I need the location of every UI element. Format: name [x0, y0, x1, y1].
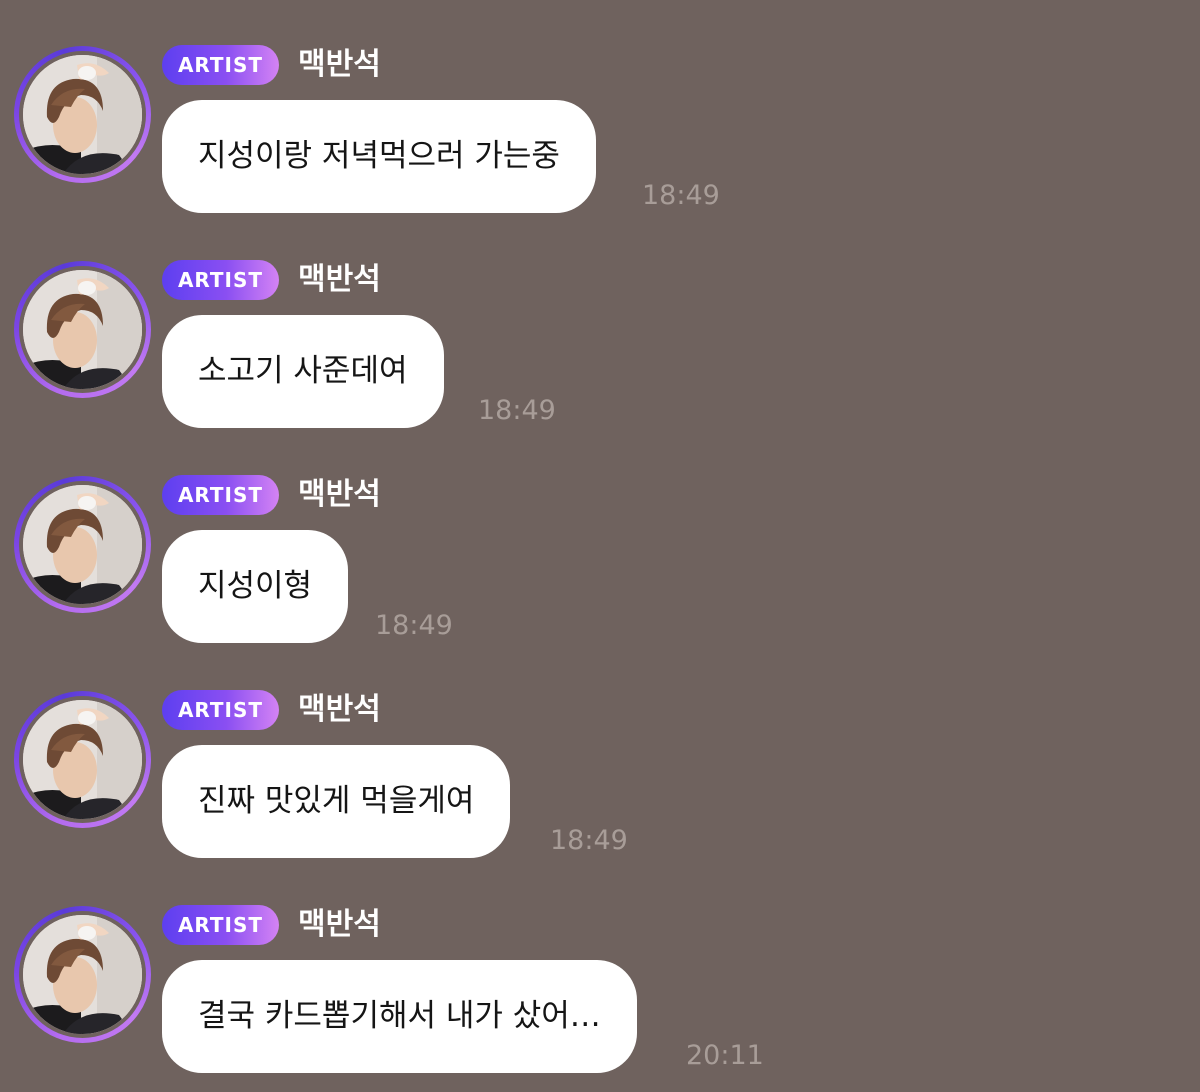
avatar-photo-icon — [23, 700, 142, 819]
avatar[interactable] — [14, 476, 151, 613]
avatar-photo-icon — [23, 485, 142, 604]
avatar[interactable] — [14, 691, 151, 828]
message-timestamp: 20:11 — [686, 1040, 764, 1071]
avatar-photo-icon — [23, 915, 142, 1034]
message-bubble[interactable]: 지성이형 — [162, 530, 349, 643]
avatar-frame — [19, 51, 146, 178]
sender-name[interactable]: 맥반석 — [298, 258, 381, 302]
chat-message: ARTIST 맥반석 진짜 맛있게 먹을게여 18:49 — [0, 645, 1200, 860]
artist-badge: ARTIST — [162, 260, 279, 300]
message-timestamp: 18:49 — [375, 610, 453, 641]
chat-message: ARTIST 맥반석 결국 카드뽑기해서 내가 샀어… 20:11 — [0, 860, 1200, 1075]
message-bubble[interactable]: 결국 카드뽑기해서 내가 샀어… — [162, 960, 637, 1073]
artist-badge: ARTIST — [162, 690, 279, 730]
message-timestamp: 18:49 — [478, 395, 556, 426]
avatar-frame — [19, 696, 146, 823]
avatar[interactable] — [14, 261, 151, 398]
sender-name[interactable]: 맥반석 — [298, 43, 381, 87]
sender-name[interactable]: 맥반석 — [298, 903, 381, 947]
chat-thread: ARTIST 맥반석 지성이랑 저녁먹으러 가는중 18:49 ARTIST 맥… — [0, 0, 1200, 1092]
message-bubble[interactable]: 진짜 맛있게 먹을게여 — [162, 745, 511, 858]
avatar[interactable] — [14, 906, 151, 1043]
avatar-photo-icon — [23, 270, 142, 389]
message-bubble[interactable]: 지성이랑 저녁먹으러 가는중 — [162, 100, 596, 213]
message-timestamp: 18:49 — [550, 825, 628, 856]
chat-message: ARTIST 맥반석 지성이형 18:49 — [0, 430, 1200, 645]
artist-badge: ARTIST — [162, 475, 279, 515]
artist-badge: ARTIST — [162, 905, 279, 945]
chat-message: ARTIST 맥반석 지성이랑 저녁먹으러 가는중 18:49 — [0, 0, 1200, 215]
message-bubble[interactable]: 소고기 사준데여 — [162, 315, 444, 428]
avatar-photo-icon — [23, 55, 142, 174]
sender-name[interactable]: 맥반석 — [298, 688, 381, 732]
sender-name[interactable]: 맥반석 — [298, 473, 381, 517]
avatar-frame — [19, 481, 146, 608]
avatar-frame — [19, 911, 146, 1038]
chat-message: ARTIST 맥반석 소고기 사준데여 18:49 — [0, 215, 1200, 430]
artist-badge: ARTIST — [162, 45, 279, 85]
message-timestamp: 18:49 — [642, 180, 720, 211]
avatar-frame — [19, 266, 146, 393]
avatar[interactable] — [14, 46, 151, 183]
